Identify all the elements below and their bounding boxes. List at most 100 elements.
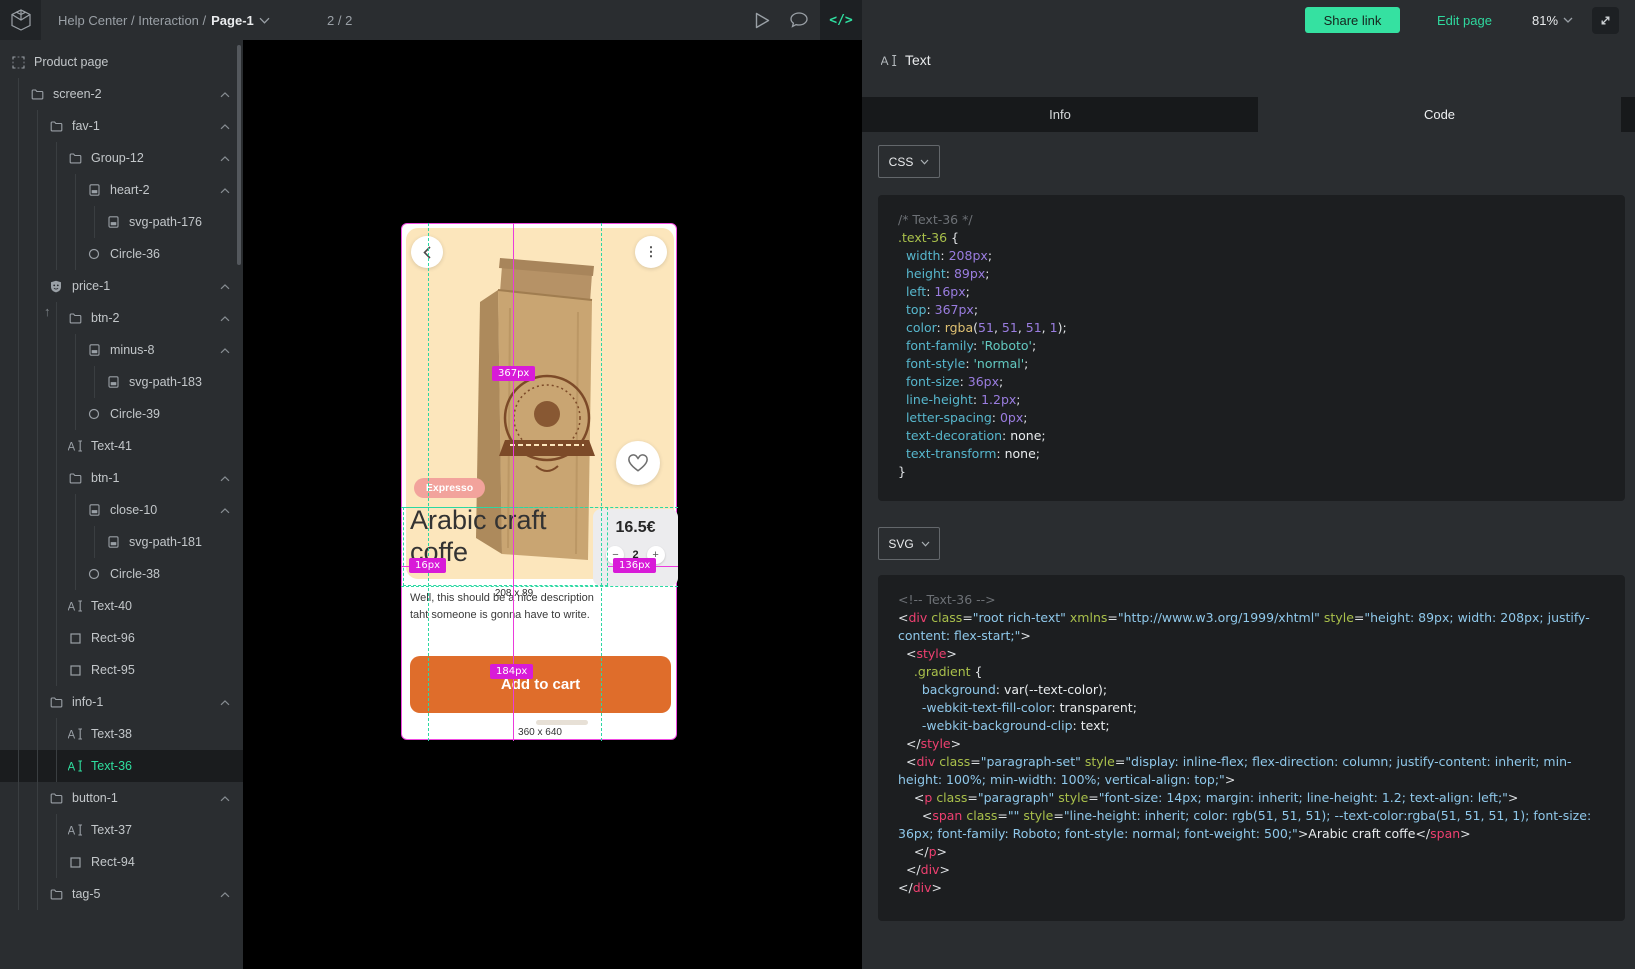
svgfile-layer-icon: [105, 376, 121, 388]
layer-row-text-37[interactable]: AText-37: [0, 814, 243, 846]
svg-text:A: A: [68, 826, 76, 837]
svg-select-value: SVG: [888, 537, 913, 551]
layer-row-text-40[interactable]: AText-40: [0, 590, 243, 622]
collapse-chevron-icon[interactable]: [220, 117, 230, 135]
layer-row-fav-1[interactable]: fav-1: [0, 110, 243, 142]
tab-code[interactable]: Code: [1258, 97, 1621, 132]
code-view-button[interactable]: </>: [820, 0, 862, 40]
chevron-left-icon: [423, 246, 431, 259]
layer-row-circle-39[interactable]: Circle-39: [0, 398, 243, 430]
zoom-level-dropdown[interactable]: 81%: [1532, 0, 1573, 40]
collapse-chevron-icon[interactable]: [220, 85, 230, 103]
code-line: <!-- Text-36 -->: [898, 591, 1605, 609]
layer-row-text-36[interactable]: AText-36: [0, 750, 243, 782]
layer-label: svg-path-176: [129, 215, 202, 229]
more-menu-button[interactable]: ⋮: [635, 236, 667, 268]
collapse-chevron-icon[interactable]: [220, 789, 230, 807]
layer-row-button-1[interactable]: button-1: [0, 782, 243, 814]
layer-row-svg-path-176[interactable]: svg-path-176: [0, 206, 243, 238]
layer-row-screen-2[interactable]: screen-2: [0, 78, 243, 110]
design-canvas[interactable]: ⋮ Expresso Arabic craft coffe 16.5€ − 2 …: [243, 40, 862, 969]
indent-guide: [10, 750, 29, 782]
layer-row-svg-path-183[interactable]: svg-path-183: [0, 366, 243, 398]
collapse-chevron-icon[interactable]: [220, 501, 230, 519]
svg-language-select[interactable]: SVG: [878, 527, 940, 560]
chevron-down-icon: [921, 541, 930, 547]
indent-guide: [29, 398, 48, 430]
indent-guide: [48, 846, 67, 878]
text-layer-icon: A: [881, 54, 897, 67]
fullscreen-button[interactable]: [1592, 7, 1619, 34]
collapse-chevron-icon[interactable]: [220, 341, 230, 359]
indent-guide: [48, 206, 67, 238]
layer-row-price-1[interactable]: price-1: [0, 270, 243, 302]
circle-layer-icon: [86, 408, 102, 420]
app-logo[interactable]: [0, 0, 41, 40]
teal-guide-vertical-right: [601, 223, 602, 741]
play-button[interactable]: [748, 0, 776, 40]
tab-info[interactable]: Info: [862, 97, 1258, 132]
product-tag[interactable]: Expresso: [414, 478, 485, 498]
indent-guide: [10, 622, 29, 654]
breadcrumb[interactable]: Help Center / Interaction / Page-1: [58, 0, 270, 40]
indent-guide: [10, 462, 29, 494]
sidebar-scrollbar[interactable]: [237, 45, 241, 265]
indent-guide: [67, 238, 86, 270]
layer-row-info-1[interactable]: info-1: [0, 686, 243, 718]
css-code-block[interactable]: /* Text-36 */.text-36 { width: 208px; he…: [878, 195, 1625, 501]
indent-guide: [29, 782, 48, 814]
code-line: <style>: [898, 645, 1605, 663]
collapse-chevron-icon[interactable]: [220, 885, 230, 903]
layer-row-circle-38[interactable]: Circle-38: [0, 558, 243, 590]
favorite-button[interactable]: [616, 441, 660, 485]
indent-guide: [48, 718, 67, 750]
layer-row-close-10[interactable]: close-10: [0, 494, 243, 526]
layer-row-text-38[interactable]: AText-38: [0, 718, 243, 750]
layer-row-tag-5[interactable]: tag-5: [0, 878, 243, 910]
comments-button[interactable]: [785, 0, 813, 40]
svg-code-block[interactable]: <!-- Text-36 --><div class="root rich-te…: [878, 575, 1625, 921]
edit-page-link[interactable]: Edit page: [1437, 0, 1492, 40]
svgfile-layer-icon: [86, 184, 102, 196]
indent-guide: [10, 718, 29, 750]
collapse-chevron-icon[interactable]: [220, 277, 230, 295]
product-tag-label: Expresso: [426, 482, 473, 494]
indent-guide: [29, 334, 48, 366]
chat-bubble-icon: [790, 12, 808, 28]
layer-row-heart-2[interactable]: heart-2: [0, 174, 243, 206]
back-button[interactable]: [411, 236, 443, 268]
collapse-chevron-icon[interactable]: [220, 149, 230, 167]
layer-row-group-12[interactable]: Group-12: [0, 142, 243, 174]
css-language-select[interactable]: CSS: [878, 145, 940, 178]
mockup-frame[interactable]: ⋮ Expresso Arabic craft coffe 16.5€ − 2 …: [401, 223, 677, 740]
add-to-cart-button[interactable]: Add to cart: [410, 656, 671, 713]
layer-row-minus-8[interactable]: minus-8: [0, 334, 243, 366]
layer-label: svg-path-183: [129, 375, 202, 389]
collapse-chevron-icon[interactable]: [220, 693, 230, 711]
text-layer-icon: A: [67, 600, 83, 612]
svgfile-layer-icon: [86, 344, 102, 356]
collapse-chevron-icon[interactable]: [220, 181, 230, 199]
measurement-left: 16px: [409, 558, 446, 573]
code-line: .gradient {: [898, 663, 1605, 681]
layer-row-btn-2[interactable]: btn-2: [0, 302, 243, 334]
indent-guide: [10, 686, 29, 718]
indent-guide: [48, 622, 67, 654]
layer-row-rect-96[interactable]: Rect-96: [0, 622, 243, 654]
collapse-chevron-icon[interactable]: [220, 309, 230, 327]
breadcrumb-current-page[interactable]: Page-1: [211, 13, 254, 28]
indent-guide: [29, 590, 48, 622]
layer-row-circle-36[interactable]: Circle-36: [0, 238, 243, 270]
layer-row-svg-path-181[interactable]: svg-path-181: [0, 526, 243, 558]
layer-row-btn-1[interactable]: btn-1: [0, 462, 243, 494]
top-bar: Help Center / Interaction / Page-1 2 / 2…: [0, 0, 1635, 40]
layer-row-product-page[interactable]: Product page: [0, 46, 243, 78]
folder-layer-icon: [67, 473, 83, 484]
layer-row-rect-95[interactable]: Rect-95: [0, 654, 243, 686]
layer-row-rect-94[interactable]: Rect-94: [0, 846, 243, 878]
layer-row-text-41[interactable]: AText-41: [0, 430, 243, 462]
code-line: letter-spacing: 0px;: [898, 409, 1605, 427]
collapse-chevron-icon[interactable]: [220, 469, 230, 487]
share-link-button[interactable]: Share link: [1305, 7, 1400, 33]
indent-guide: [29, 846, 48, 878]
